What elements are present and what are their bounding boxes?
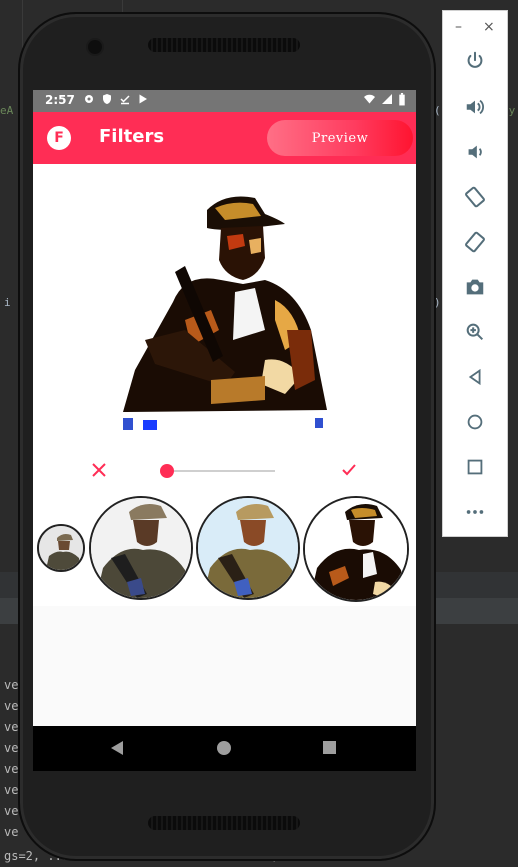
rotate-left-button[interactable] xyxy=(456,178,494,216)
filter-thumb-image xyxy=(39,526,83,570)
filter-thumbnails xyxy=(33,496,416,606)
log-line: ve xyxy=(4,804,19,818)
volume-up-icon xyxy=(466,99,484,115)
filter-thumb-warm[interactable] xyxy=(196,496,300,600)
bottom-speaker xyxy=(148,816,300,830)
log-line: ve xyxy=(4,720,19,734)
filter-thumb-contrast[interactable] xyxy=(303,496,409,602)
zoom-icon xyxy=(466,323,484,341)
status-bar: 2:57 xyxy=(33,90,416,112)
adjust-controls xyxy=(33,460,416,484)
filter-thumb-image xyxy=(91,498,191,598)
battery-icon xyxy=(399,93,405,106)
slider-thumb[interactable] xyxy=(160,464,174,478)
cancel-button[interactable] xyxy=(89,460,109,480)
log-line: ve xyxy=(4,825,19,839)
download-done-icon xyxy=(120,95,130,105)
nav-home-icon[interactable] xyxy=(217,741,231,755)
back-icon xyxy=(468,368,481,386)
top-speaker xyxy=(148,38,300,52)
editor-content xyxy=(33,164,416,606)
front-camera xyxy=(88,40,102,54)
volume-down-button[interactable] xyxy=(456,133,494,171)
nav-back-icon[interactable] xyxy=(111,741,123,755)
preview-button[interactable]: Preview xyxy=(267,120,413,156)
overview-button[interactable] xyxy=(456,448,494,486)
back-button[interactable] xyxy=(456,358,494,396)
log-line: ve xyxy=(4,699,19,713)
status-system-icons xyxy=(363,93,406,106)
code-fragment: i xyxy=(4,296,11,309)
status-time: 2:57 xyxy=(45,93,75,107)
power-icon xyxy=(467,51,483,68)
overview-icon xyxy=(467,459,483,475)
more-button[interactable] xyxy=(456,493,494,531)
log-line: ve xyxy=(4,762,19,776)
play-store-icon xyxy=(139,94,147,104)
intensity-slider[interactable] xyxy=(160,463,277,479)
wifi-icon xyxy=(364,94,375,104)
rotate-right-button[interactable] xyxy=(456,223,494,261)
confirm-button[interactable] xyxy=(339,460,359,480)
close-button[interactable]: × xyxy=(483,19,495,35)
screenshot-button[interactable] xyxy=(456,268,494,306)
slider-track xyxy=(167,470,275,472)
settings-icon xyxy=(85,95,93,103)
rotate-right-icon xyxy=(465,231,485,253)
signal-icon xyxy=(382,94,392,104)
nav-recents-icon[interactable] xyxy=(323,741,336,754)
filter-thumb-image xyxy=(198,498,298,598)
emulator-toolbar: – × xyxy=(442,10,508,537)
log-line: ve xyxy=(4,741,19,755)
code-fragment: eA xyxy=(0,104,14,117)
home-button[interactable] xyxy=(456,403,494,441)
rotate-left-icon xyxy=(465,186,485,208)
close-icon xyxy=(92,463,106,477)
power-button[interactable] xyxy=(456,42,494,80)
shield-icon xyxy=(103,94,111,104)
log-line: ve xyxy=(4,783,19,797)
check-icon xyxy=(342,464,356,476)
filter-thumb-natural[interactable] xyxy=(89,496,193,600)
volume-up-button[interactable] xyxy=(456,88,494,126)
filter-thumb-original[interactable] xyxy=(37,524,85,572)
minimize-button[interactable]: – xyxy=(455,19,462,35)
camera-icon xyxy=(466,279,484,295)
log-line: ve xyxy=(4,678,19,692)
app-bar: F Filters Preview xyxy=(33,112,416,164)
home-icon xyxy=(467,414,483,430)
page-title: Filters xyxy=(99,126,165,147)
volume-down-icon xyxy=(468,145,482,159)
system-nav-bar xyxy=(33,726,416,771)
status-notification-icons xyxy=(83,93,149,105)
main-photo xyxy=(115,180,335,432)
filter-thumb-image xyxy=(305,498,407,600)
zoom-button[interactable] xyxy=(456,313,494,351)
more-icon xyxy=(466,510,484,514)
phone-screen: 2:57 F Filters Preview xyxy=(33,90,416,771)
app-logo: F xyxy=(47,126,71,150)
